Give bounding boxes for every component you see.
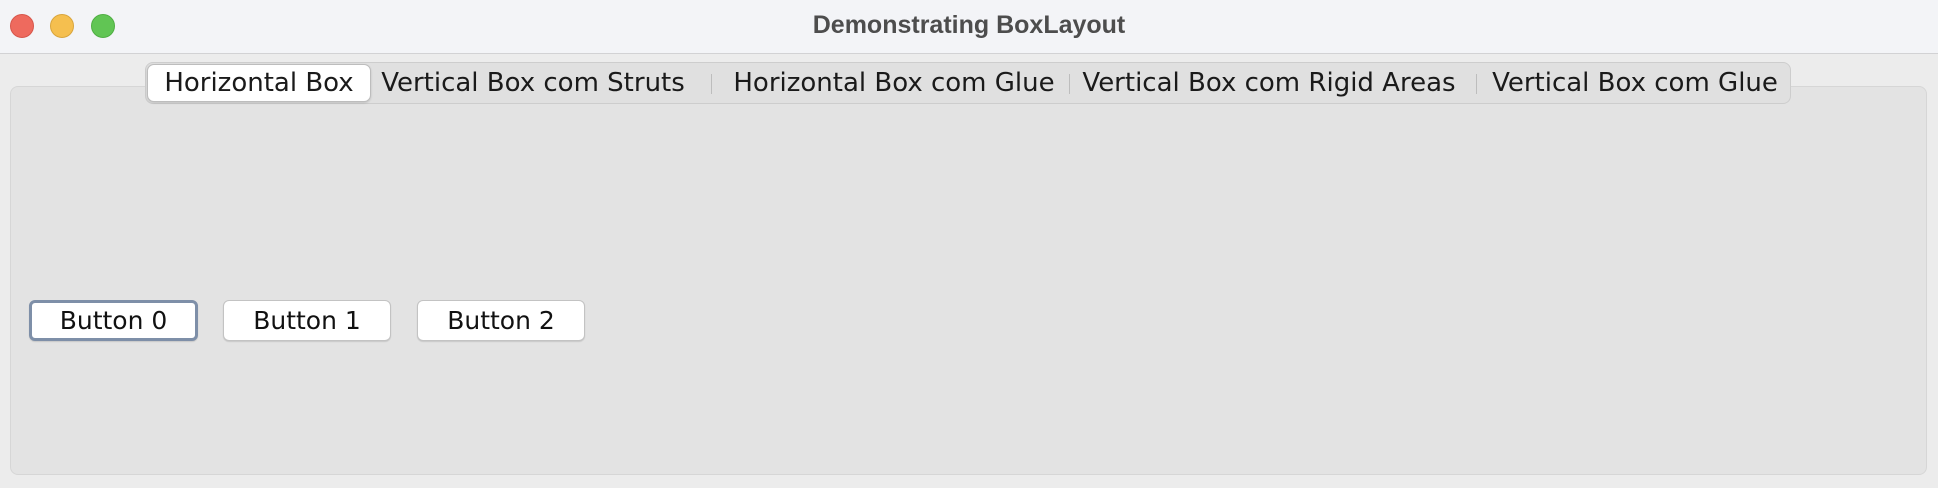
button-0[interactable]: Button 0 (29, 300, 198, 341)
app-window: Demonstrating BoxLayout Button 0 Button … (0, 0, 1938, 488)
window-title: Demonstrating BoxLayout (812, 11, 1126, 39)
button-2[interactable]: Button 2 (417, 300, 585, 341)
tab-strip: Horizontal Box Vertical Box com Struts H… (145, 62, 1791, 104)
tab-separator (1476, 74, 1477, 94)
button-1[interactable]: Button 1 (223, 300, 391, 341)
tab-vertical-box-com-struts[interactable]: Vertical Box com Struts (376, 63, 690, 103)
tab-horizontal-box-com-glue[interactable]: Horizontal Box com Glue (722, 63, 1066, 103)
tab-separator (1069, 74, 1070, 94)
tab-content-panel: Button 0 Button 1 Button 2 (10, 86, 1927, 475)
content-area: Button 0 Button 1 Button 2 Horizontal Bo… (0, 54, 1938, 488)
tab-vertical-box-com-glue[interactable]: Vertical Box com Glue (1482, 63, 1788, 103)
tab-separator (711, 74, 712, 94)
tab-vertical-box-com-rigid-areas[interactable]: Vertical Box com Rigid Areas (1074, 63, 1464, 103)
tab-horizontal-box[interactable]: Horizontal Box (147, 64, 371, 102)
title-bar[interactable]: Demonstrating BoxLayout (0, 0, 1938, 54)
